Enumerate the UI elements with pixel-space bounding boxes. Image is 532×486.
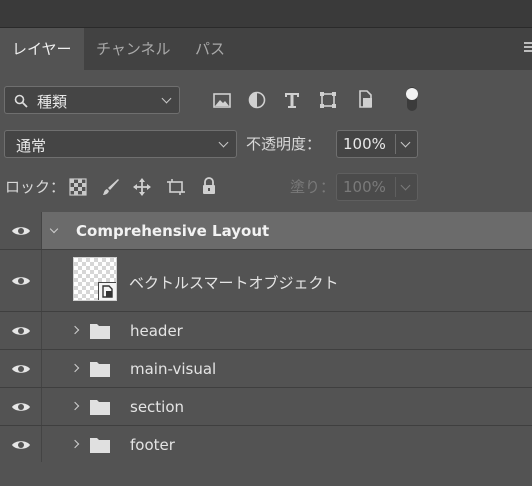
opacity-value: 100% [343,135,386,153]
filter-toggle-icon[interactable] [404,85,420,113]
smart-object-filter-icon[interactable] [355,89,375,109]
chevron-right-icon[interactable] [70,401,80,411]
adjustment-filter-icon[interactable] [247,90,267,110]
folder-icon [90,400,110,415]
blend-row: 通常 不透明度： 100% [0,129,532,159]
tab-paths[interactable]: パス [183,28,243,70]
shape-filter-icon[interactable] [318,90,338,110]
chevron-right-icon[interactable] [70,439,80,449]
lock-row: ロック： 塗り： 100% [0,172,532,202]
folder-icon [90,362,110,377]
fill-label: 塗り： [290,178,336,196]
search-icon [14,94,28,108]
visibility-cell[interactable] [0,426,42,463]
chevron-right-icon[interactable] [70,325,80,335]
lock-transparent-pixels-icon[interactable] [68,177,88,197]
lock-label: ロック： [5,178,66,196]
visibility-cell[interactable] [0,388,42,425]
visibility-cell[interactable] [0,312,42,349]
layer-name: section [130,398,185,416]
panel-tab-bar: レイヤー チャンネル パス [0,28,532,70]
lock-position-icon[interactable] [132,177,152,197]
smart-object-badge-icon [98,282,116,300]
layer-name: ベクトルスマートオブジェクト [129,274,339,292]
eye-icon[interactable] [11,225,31,237]
tab-channels[interactable]: チャンネル [84,28,183,70]
opacity-label: 不透明度： [246,135,322,153]
chevron-down-icon [161,93,172,104]
image-filter-icon[interactable] [212,91,232,111]
chevron-down-icon [218,137,229,148]
kind-filter-label: 種類 [37,93,68,111]
fill-value: 100% [343,178,386,196]
tab-layers[interactable]: レイヤー [0,28,84,70]
visibility-cell[interactable] [0,250,42,311]
panel-menu-icon[interactable] [524,42,532,56]
layer-row-header[interactable]: header [0,312,532,350]
layer-row-section[interactable]: section [0,388,532,426]
chevron-right-icon[interactable] [70,363,80,373]
layer-row-smart-object[interactable]: ベクトルスマートオブジェクト [0,250,532,312]
eye-icon[interactable] [11,363,31,375]
lock-all-icon[interactable] [199,176,219,196]
eye-icon[interactable] [11,401,31,413]
chevron-down-icon[interactable] [400,180,411,191]
layer-name: main-visual [130,360,217,378]
eye-icon[interactable] [11,275,31,287]
blend-mode-select[interactable]: 通常 [4,130,237,158]
lock-artboard-icon[interactable] [166,177,186,197]
eye-icon[interactable] [11,439,31,451]
opacity-field[interactable]: 100% [336,130,418,158]
eye-icon[interactable] [11,325,31,337]
layers-empty-area [0,462,532,486]
lock-image-pixels-icon[interactable] [101,177,121,197]
layer-name: footer [130,436,175,454]
layer-row-main-visual[interactable]: main-visual [0,350,532,388]
visibility-cell[interactable] [0,212,42,249]
layer-row-footer[interactable]: footer [0,426,532,464]
folder-icon [90,324,110,339]
layer-thumbnail[interactable] [73,257,117,301]
visibility-cell[interactable] [0,350,42,387]
type-filter-icon[interactable] [282,90,302,110]
folder-icon [90,438,110,453]
chevron-down-icon[interactable] [400,137,411,148]
kind-filter-select[interactable]: 種類 [4,86,180,114]
blend-mode-value: 通常 [16,137,47,155]
filter-row: 種類 [0,84,532,116]
layer-name: Comprehensive Layout [76,222,270,240]
fill-field[interactable]: 100% [336,173,418,201]
chevron-down-icon[interactable] [49,224,59,234]
panel-top-strip [0,0,532,28]
layer-row-comprehensive-layout[interactable]: Comprehensive Layout [0,212,532,250]
layer-name: header [130,322,183,340]
